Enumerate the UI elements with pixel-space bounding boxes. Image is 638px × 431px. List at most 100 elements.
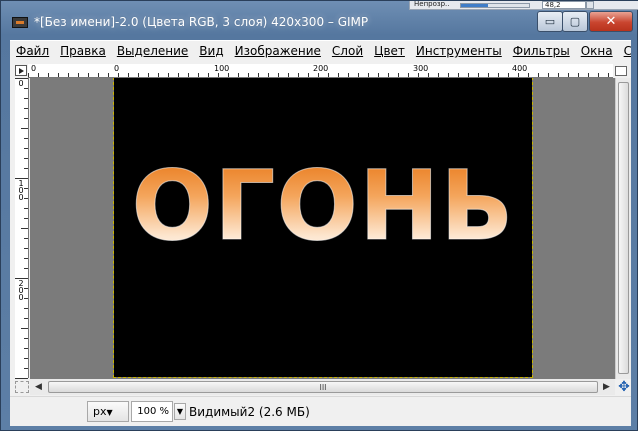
hruler-label: 400: [512, 64, 528, 73]
ruler-tick: [358, 73, 359, 77]
opacity-slider[interactable]: [460, 3, 530, 8]
ruler-tick: [308, 73, 309, 77]
vertical-ruler[interactable]: 0 100 200: [15, 78, 29, 379]
ruler-tick: [24, 348, 28, 349]
vertical-scrollbar[interactable]: [615, 78, 631, 379]
ruler-tick: [118, 73, 119, 77]
ruler-tick: [108, 73, 109, 77]
close-button[interactable]: ✕: [589, 11, 633, 32]
opacity-slider-fill: [461, 4, 489, 7]
image-menu-button[interactable]: [15, 65, 27, 76]
ruler-tick: [24, 368, 28, 369]
ruler-tick: [24, 198, 28, 199]
ruler-tick: [168, 73, 169, 77]
ruler-tick: [378, 73, 379, 77]
ruler-tick: [158, 73, 159, 77]
unit-select[interactable]: px▼: [87, 401, 129, 422]
vertical-scrollbar-thumb[interactable]: [618, 82, 629, 374]
menu-layer[interactable]: Слой: [326, 44, 368, 58]
ruler-tick: [15, 78, 28, 79]
ruler-tick: [21, 128, 28, 129]
ruler-tick: [508, 73, 509, 77]
gimp-app-icon: [12, 17, 28, 28]
ruler-tick: [238, 73, 239, 77]
ruler-tick: [38, 73, 39, 77]
ruler-tick: [458, 73, 459, 77]
menu-tools[interactable]: Инструменты: [410, 44, 507, 58]
maximize-button[interactable]: ▢: [562, 11, 588, 32]
scroll-right-icon[interactable]: ▶: [603, 382, 610, 392]
ruler-tick: [24, 208, 28, 209]
ruler-tick: [24, 148, 28, 149]
ruler-tick: [328, 73, 329, 77]
opacity-value-field[interactable]: 48,2: [542, 1, 586, 9]
ruler-tick: [368, 73, 369, 77]
ruler-tick: [98, 73, 99, 77]
horizontal-ruler[interactable]: 0 0 100 200 300 400: [28, 64, 613, 78]
ruler-tick: [608, 73, 609, 77]
ruler-tick: [518, 73, 519, 77]
menu-select[interactable]: Выделение: [111, 44, 193, 58]
layer-status: Видимый2 (2.6 МБ): [189, 405, 310, 419]
ruler-tick: [398, 73, 399, 77]
opacity-spin-button[interactable]: [586, 1, 594, 9]
ruler-tick: [24, 188, 28, 189]
menu-bar: Файл Правка Выделение Вид Изображение Сл…: [10, 40, 631, 61]
maximize-icon: ▢: [569, 15, 581, 28]
ruler-tick: [198, 73, 199, 77]
selection-outline: ОГОНЬ: [131, 150, 515, 262]
ruler-tick: [268, 73, 269, 77]
minimize-icon: ▭: [544, 15, 556, 28]
status-bar: px▼ 100 % ▼ Видимый2 (2.6 МБ): [10, 396, 631, 426]
ruler-tick: [58, 73, 59, 77]
ruler-tick: [21, 228, 28, 229]
ruler-tick: [568, 73, 569, 77]
ruler-tick: [408, 73, 409, 77]
ruler-tick: [588, 73, 589, 77]
ruler-tick: [288, 73, 289, 77]
menu-windows[interactable]: Окна: [575, 44, 618, 58]
zoom-on-resize-toggle[interactable]: [615, 66, 627, 76]
ruler-tick: [88, 73, 89, 77]
image-canvas[interactable]: ОГОНЬ ОГОНЬ: [113, 78, 533, 378]
horizontal-scrollbar[interactable]: ◀ III ▶: [30, 379, 615, 395]
menu-file[interactable]: Файл: [10, 44, 54, 58]
menu-help[interactable]: Справка: [618, 44, 631, 58]
ruler-tick: [498, 73, 499, 77]
ruler-tick: [178, 73, 179, 77]
opacity-label: Непрозр..: [414, 1, 450, 8]
zoom-dropdown-button[interactable]: ▼: [174, 403, 186, 420]
window-title: *[Без имени]-2.0 (Цвета RGB, 3 слоя) 420…: [34, 15, 369, 29]
ruler-tick: [24, 238, 28, 239]
ruler-tick: [24, 298, 28, 299]
hruler-label: 0: [31, 64, 37, 73]
ruler-tick: [468, 73, 469, 77]
ruler-tick: [338, 73, 339, 77]
menu-view[interactable]: Вид: [193, 44, 228, 58]
menu-image[interactable]: Изображение: [229, 44, 326, 58]
navigate-icon[interactable]: ✥: [617, 380, 631, 394]
quick-mask-toggle[interactable]: [15, 381, 29, 393]
canvas-viewport[interactable]: ОГОНЬ ОГОНЬ: [30, 78, 615, 379]
ruler-tick: [24, 168, 28, 169]
minimize-button[interactable]: ▭: [537, 11, 563, 32]
ruler-tick: [68, 73, 69, 77]
menu-filters[interactable]: Фильтры: [507, 44, 575, 58]
scroll-left-icon[interactable]: ◀: [35, 382, 42, 392]
ruler-tick: [24, 248, 28, 249]
horizontal-scrollbar-thumb[interactable]: III: [48, 381, 598, 393]
gimp-image-window: Непрозр.. 48,2 *[Без имени]-2.0 (Цвета R…: [0, 0, 638, 431]
hruler-label: 200: [313, 64, 329, 73]
menu-edit[interactable]: Правка: [54, 44, 111, 58]
ruler-tick: [418, 73, 419, 77]
menu-colors[interactable]: Цвет: [368, 44, 410, 58]
chevron-down-icon: ▼: [176, 407, 184, 416]
ruler-tick: [24, 258, 28, 259]
ruler-tick: [438, 73, 439, 77]
ruler-tick: [24, 88, 28, 89]
ruler-tick: [138, 73, 139, 77]
vruler-label: 0: [18, 79, 24, 88]
ruler-tick: [24, 98, 28, 99]
zoom-input[interactable]: 100 %: [131, 401, 173, 422]
title-bar[interactable]: *[Без имени]-2.0 (Цвета RGB, 3 слоя) 420…: [1, 10, 638, 36]
